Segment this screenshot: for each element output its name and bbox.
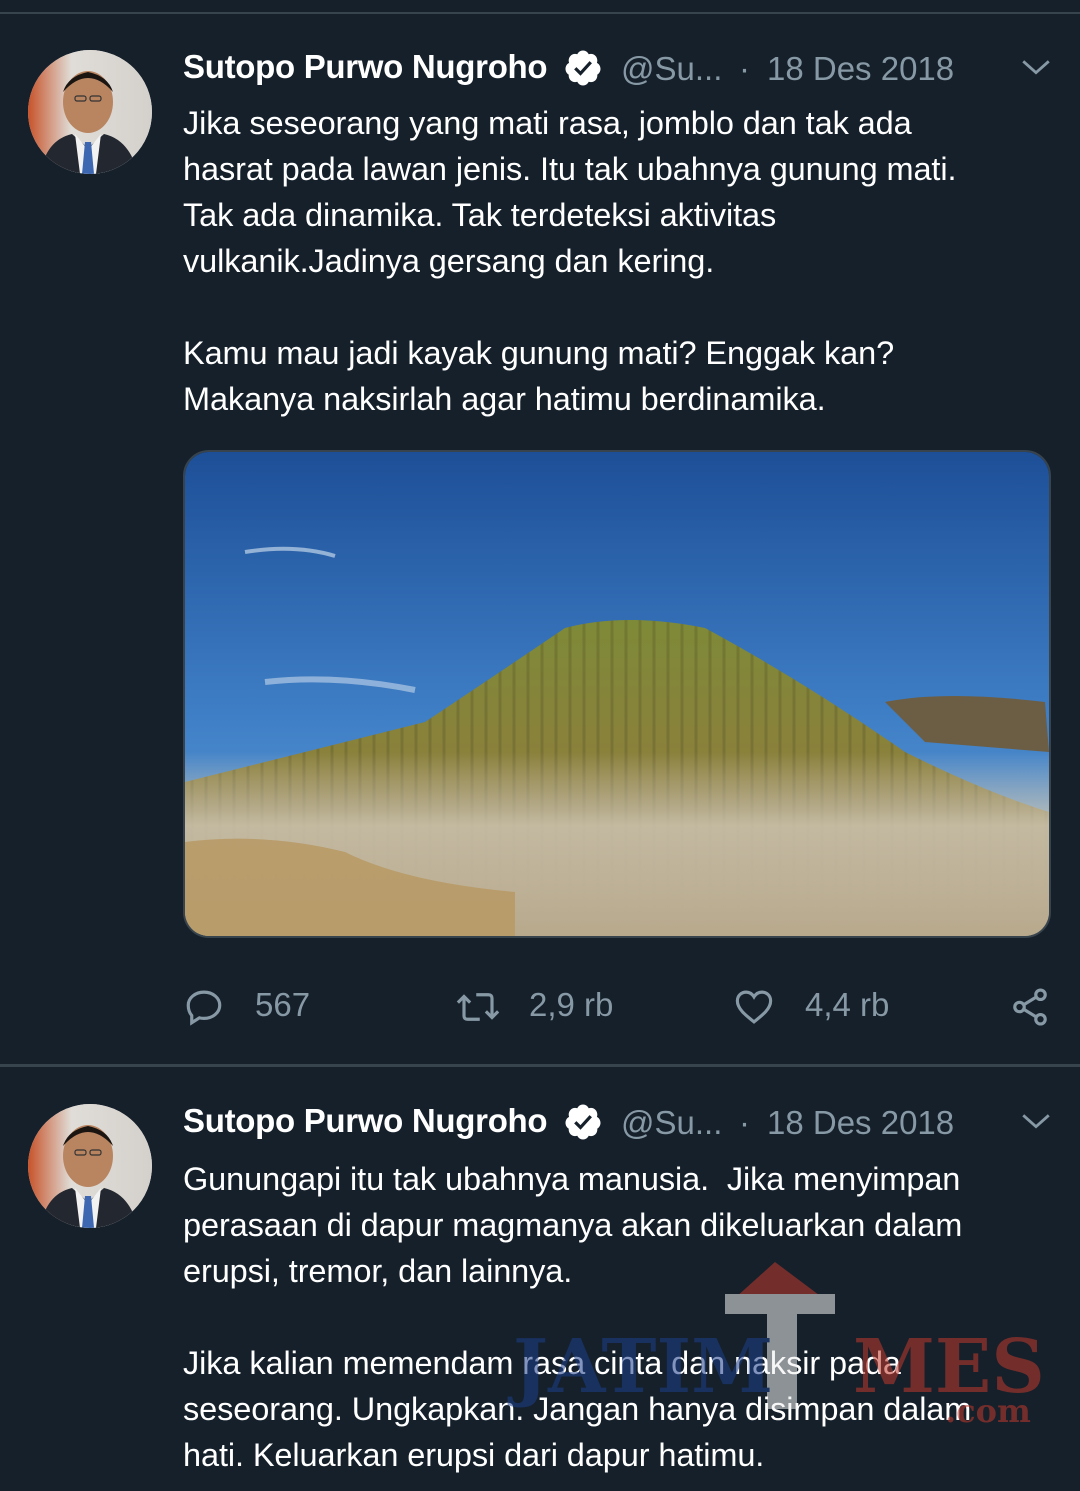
- chevron-down-icon[interactable]: [1019, 1104, 1053, 1138]
- author-handle[interactable]: @Su...: [621, 1104, 722, 1142]
- separator-dot: ·: [739, 50, 750, 87]
- avatar[interactable]: [28, 1104, 152, 1228]
- author-name[interactable]: Sutopo Purwo Nugroho: [183, 48, 548, 86]
- share-icon: [1013, 988, 1047, 1026]
- like-icon: [735, 990, 773, 1024]
- separator-dot: ·: [739, 1104, 750, 1141]
- tweet-date[interactable]: 18 Des 2018: [767, 50, 954, 88]
- tweet[interactable]: Sutopo Purwo Nugroho @Su... · 18 Des 201…: [0, 14, 1080, 1066]
- tweet-photo[interactable]: [183, 450, 1051, 938]
- verified-badge-icon: [565, 50, 601, 86]
- reply-count: 567: [255, 986, 311, 1023]
- tweet-divider: [0, 1064, 1080, 1067]
- avatar[interactable]: [28, 50, 152, 174]
- tweet[interactable]: Sutopo Purwo Nugroho @Su... · 18 Des 201…: [0, 1068, 1080, 1491]
- tweet-text: Gunungapi itu tak ubahnya manusia. Jika …: [183, 1161, 972, 1473]
- author-handle[interactable]: @Su...: [621, 50, 722, 88]
- tweet-actions: 567 2,9 rb 4,4 rb: [183, 982, 1063, 1032]
- tweet-date[interactable]: 18 Des 2018: [767, 1104, 954, 1142]
- volcano-photo: [185, 452, 1049, 936]
- tweet-header: Sutopo Purwo Nugroho @Su... · 18 Des 201…: [183, 1102, 1063, 1148]
- retweet-count: 2,9 rb: [529, 986, 614, 1023]
- retweet-icon: [456, 993, 500, 1021]
- like-count: 4,4 rb: [805, 986, 890, 1023]
- author-name[interactable]: Sutopo Purwo Nugroho: [183, 1102, 548, 1140]
- tweet-text: Jika seseorang yang mati rasa, jomblo da…: [183, 105, 957, 417]
- tweet-header: Sutopo Purwo Nugroho @Su... · 18 Des 201…: [183, 48, 1063, 94]
- chevron-down-icon[interactable]: [1019, 50, 1053, 84]
- reply-icon: [186, 990, 222, 1026]
- verified-badge-icon: [565, 1104, 601, 1140]
